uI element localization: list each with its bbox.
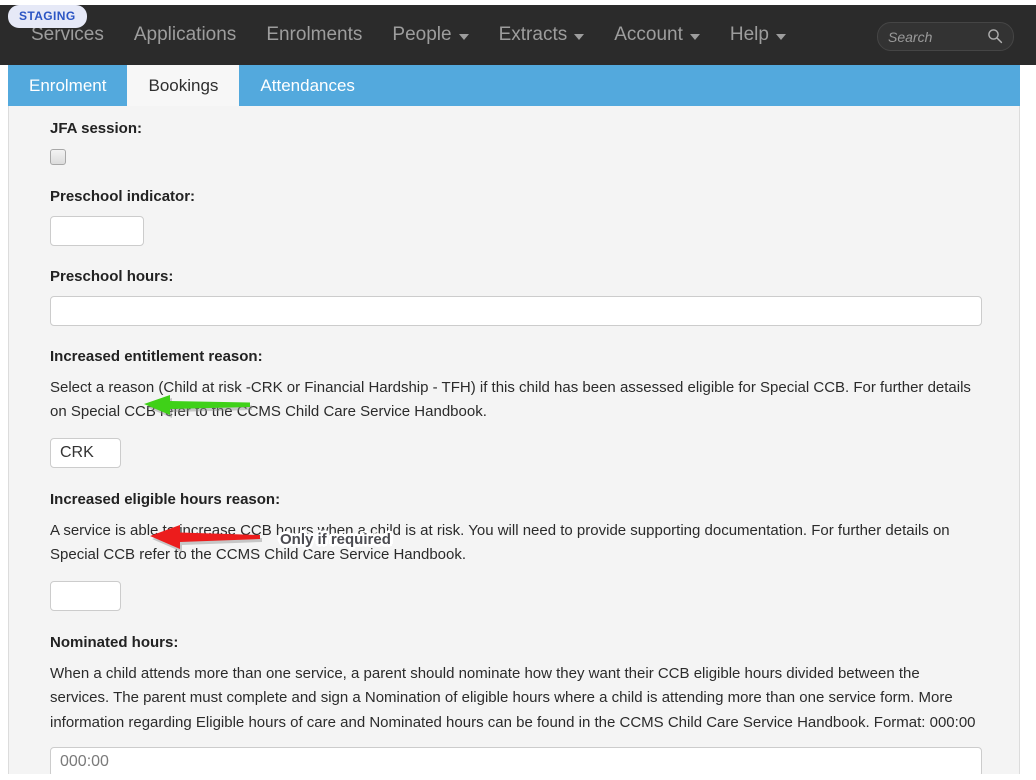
- bookings-form: JFA session: Preschool indicator: Presch…: [9, 106, 1019, 774]
- field-increased-eligible-hours-reason: Increased eligible hours reason: A servi…: [50, 491, 979, 612]
- field-help-text: Select a reason (Child at risk -CRK or F…: [50, 379, 971, 421]
- tab-bookings[interactable]: Bookings: [127, 65, 240, 106]
- annotation-only-if-required: Only if required: [280, 531, 391, 548]
- field-help-text: When a child attends more than one servi…: [50, 664, 976, 731]
- tab-enrolment[interactable]: Enrolment: [8, 65, 127, 106]
- application-window: Weeks Weekdays MON☑ TUE☑ WED☑ THU☑ FRI☑ …: [0, 0, 1036, 780]
- field-preschool-hours: Preschool hours:: [50, 268, 982, 326]
- field-jfa-session: JFA session:: [50, 120, 979, 166]
- tab-label: Enrolment: [29, 75, 107, 95]
- nav-item-extracts[interactable]: Extracts: [484, 5, 600, 65]
- nav-item-applications[interactable]: Applications: [119, 5, 251, 65]
- nav-item-label: Account: [614, 24, 683, 45]
- nav-item-people[interactable]: People: [377, 5, 483, 65]
- jfa-session-checkbox[interactable]: [50, 148, 66, 165]
- field-label: Nominated hours:: [50, 633, 179, 651]
- search-icon: [988, 29, 1003, 44]
- preschool-indicator-input[interactable]: [50, 216, 144, 246]
- tab-bar: Enrolment Bookings Attendances: [8, 65, 1020, 106]
- nav-item-label: Help: [729, 24, 769, 45]
- field-label: Preschool hours:: [50, 268, 174, 285]
- field-label: Increased entitlement reason:: [50, 348, 263, 365]
- preschool-hours-input[interactable]: [50, 296, 982, 326]
- top-navbar: Services Applications Enrolments People …: [0, 5, 1036, 65]
- nav-item-account[interactable]: Account: [599, 5, 715, 65]
- tab-attendances[interactable]: Attendances: [239, 65, 376, 106]
- content-panel: JFA session: Preschool indicator: Presch…: [8, 106, 1020, 774]
- field-label: Preschool indicator:: [50, 188, 196, 205]
- tab-label: Attendances: [260, 75, 355, 95]
- chevron-down-icon: [775, 34, 786, 40]
- nav-items: Services Applications Enrolments People …: [16, 5, 801, 65]
- field-label: JFA session:: [50, 120, 142, 137]
- field-preschool-indicator: Preschool indicator:: [50, 188, 979, 246]
- nominated-hours-input[interactable]: [50, 747, 982, 774]
- nav-item-help[interactable]: Help: [715, 5, 801, 65]
- field-nominated-hours: Nominated hours: When a child attends mo…: [50, 633, 982, 774]
- nav-item-label: Enrolments: [266, 24, 363, 45]
- nav-item-label: Applications: [133, 24, 237, 45]
- search-box[interactable]: [877, 22, 1014, 51]
- environment-badge: STAGING: [8, 5, 87, 28]
- nav-item-label: Extracts: [498, 24, 568, 45]
- nav-item-label: People: [392, 24, 452, 45]
- increased-eligible-hours-reason-input[interactable]: [50, 580, 121, 611]
- chevron-down-icon: [458, 34, 469, 40]
- chevron-down-icon: [689, 34, 700, 40]
- increased-entitlement-reason-input[interactable]: [50, 437, 121, 468]
- field-help-text: A service is able to increase CCB hours …: [50, 521, 950, 564]
- entitlement-reason-row: [50, 437, 979, 469]
- nav-item-enrolments[interactable]: Enrolments: [251, 5, 377, 65]
- field-label: Increased eligible hours reason:: [50, 490, 281, 508]
- field-increased-entitlement-reason: Increased entitlement reason: Select a r…: [50, 348, 979, 469]
- eligible-hours-reason-row: [50, 580, 979, 612]
- tab-label: Bookings: [148, 75, 219, 95]
- chevron-down-icon: [574, 34, 585, 40]
- search-input[interactable]: [878, 24, 998, 49]
